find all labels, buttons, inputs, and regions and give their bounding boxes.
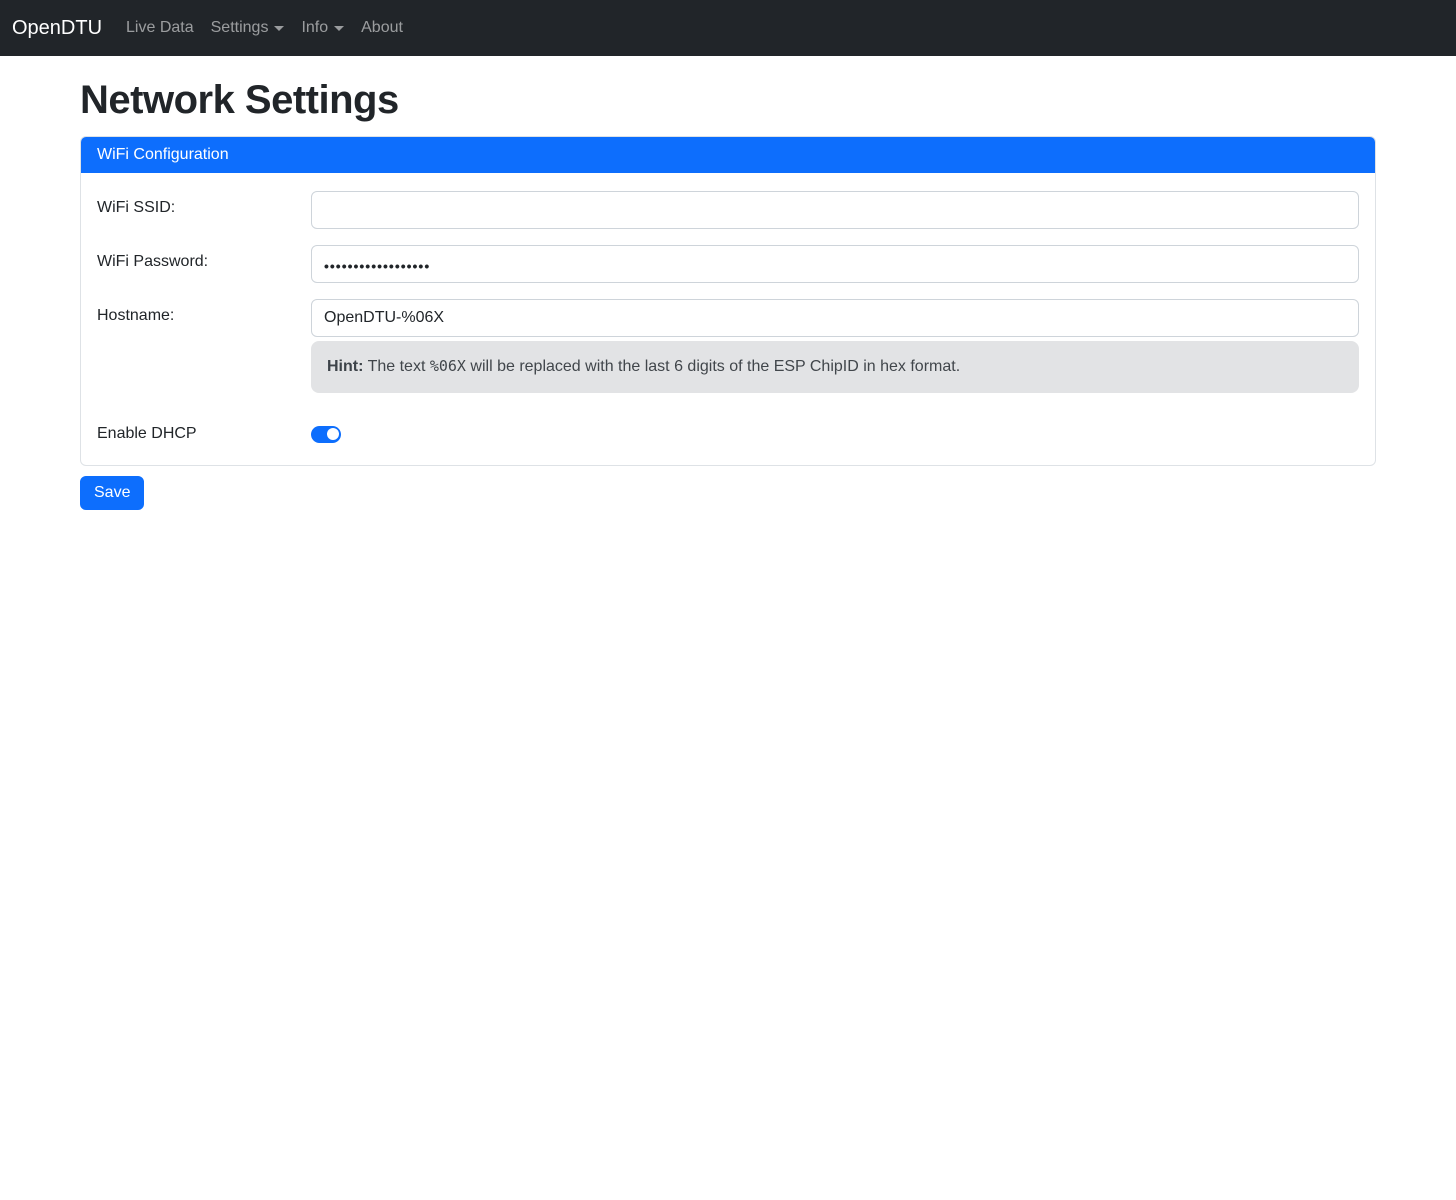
nav-item-live-data[interactable]: Live Data xyxy=(118,11,202,45)
wifi-ssid-input[interactable] xyxy=(311,191,1359,229)
brand-opendtu[interactable]: OpenDTU xyxy=(12,13,102,44)
enable-dhcp-label: Enable DHCP xyxy=(97,425,311,443)
nav-item-label: About xyxy=(361,19,403,37)
wifi-password-row: WiFi Password: xyxy=(97,245,1359,283)
toggle-knob xyxy=(327,428,339,440)
chevron-down-icon xyxy=(334,26,344,31)
card-body: WiFi SSID: WiFi Password: Hostname: Hint… xyxy=(81,173,1375,465)
enable-dhcp-row: Enable DHCP xyxy=(97,425,1359,443)
nav-item-settings[interactable]: Settings xyxy=(203,11,293,45)
navbar: OpenDTU Live Data Settings Info About xyxy=(0,0,1456,56)
hint-text-before: The text xyxy=(363,358,429,375)
nav-item-info[interactable]: Info xyxy=(293,11,352,45)
hint-code: %06X xyxy=(430,357,466,375)
hostname-row: Hostname: Hint: The text %06X will be re… xyxy=(97,299,1359,393)
card-header: WiFi Configuration xyxy=(81,137,1375,173)
hostname-label: Hostname: xyxy=(97,299,311,325)
enable-dhcp-toggle[interactable] xyxy=(311,426,341,443)
navbar-nav: Live Data Settings Info About xyxy=(118,11,412,45)
wifi-ssid-label: WiFi SSID: xyxy=(97,191,311,217)
hint-bold: Hint: xyxy=(327,358,363,375)
save-button[interactable]: Save xyxy=(80,476,144,510)
hint-text-after: will be replaced with the last 6 digits … xyxy=(466,358,960,375)
nav-item-label: Settings xyxy=(211,19,269,37)
nav-item-label: Live Data xyxy=(126,19,194,37)
wifi-ssid-row: WiFi SSID: xyxy=(97,191,1359,229)
wifi-password-input[interactable] xyxy=(311,245,1359,283)
hostname-input[interactable] xyxy=(311,299,1359,337)
chevron-down-icon xyxy=(274,26,284,31)
wifi-password-label: WiFi Password: xyxy=(97,245,311,271)
nav-item-label: Info xyxy=(301,19,328,37)
main-container: Network Settings WiFi Configuration WiFi… xyxy=(68,78,1388,510)
nav-item-about[interactable]: About xyxy=(353,11,411,45)
page-title: Network Settings xyxy=(80,78,1376,123)
hostname-hint: Hint: The text %06X will be replaced wit… xyxy=(311,341,1359,393)
wifi-configuration-card: WiFi Configuration WiFi SSID: WiFi Passw… xyxy=(80,136,1376,466)
